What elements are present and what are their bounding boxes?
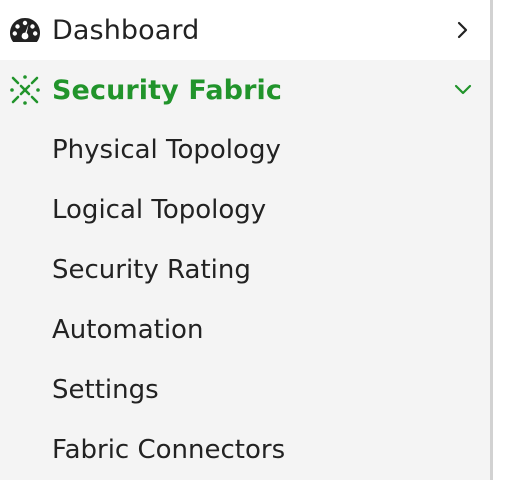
nav-item-dashboard-label: Dashboard [52, 14, 200, 46]
nav-item-security-fabric[interactable]: Security Fabric [0, 60, 490, 120]
nav-subitem-settings[interactable]: Settings [52, 360, 159, 420]
nav-subitem-physical-topology[interactable]: Physical Topology [52, 120, 281, 180]
security-fabric-icon [9, 74, 41, 106]
chevron-right-icon [452, 19, 474, 41]
nav-item-security-fabric-label: Security Fabric [52, 74, 282, 106]
dashboard-gauge-icon [9, 14, 41, 46]
chevron-down-icon [452, 79, 474, 101]
nav-subitem-security-rating[interactable]: Security Rating [52, 240, 251, 300]
sidebar-nav: Dashboard Security Fabric Physical Topol… [0, 0, 490, 480]
nav-subitem-automation[interactable]: Automation [52, 300, 203, 360]
content-edge [493, 0, 506, 480]
nav-subitem-logical-topology[interactable]: Logical Topology [52, 180, 266, 240]
nav-subitem-fabric-connectors[interactable]: Fabric Connectors [52, 420, 285, 480]
nav-item-dashboard[interactable]: Dashboard [0, 0, 490, 60]
